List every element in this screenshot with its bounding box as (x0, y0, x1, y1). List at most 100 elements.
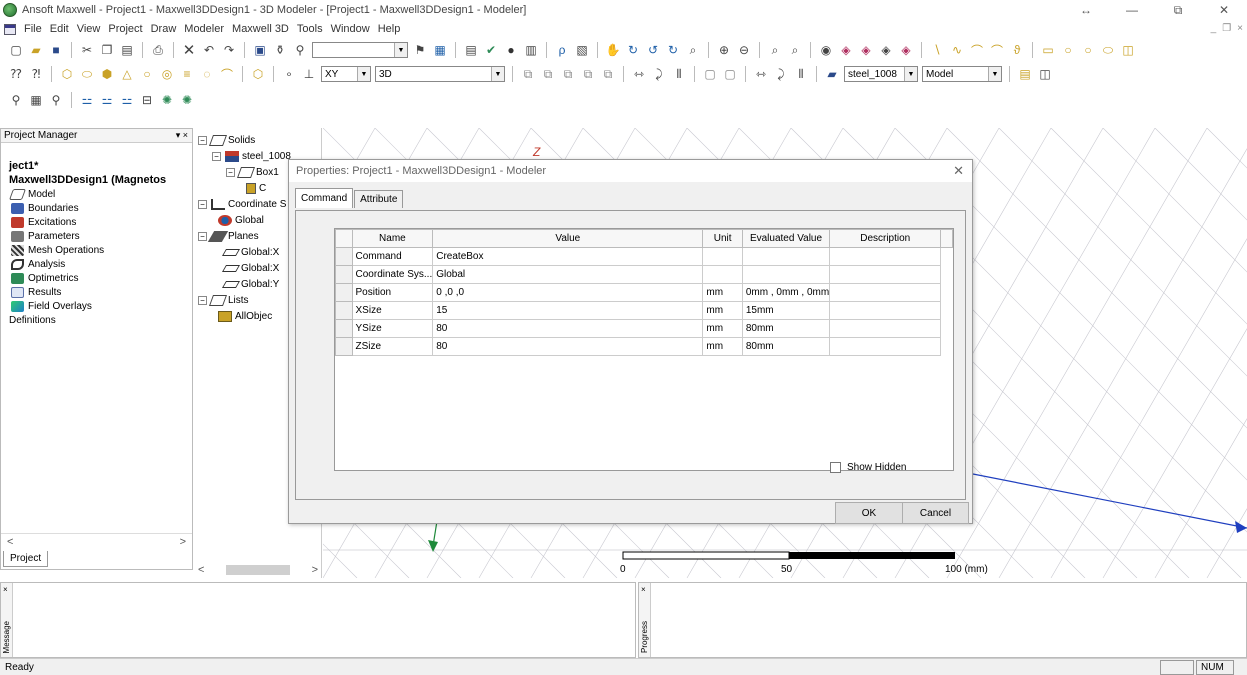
solution-data-icon[interactable]: ▥ (523, 42, 539, 58)
collapse-icon[interactable]: − (212, 151, 221, 161)
scroll-right-icon[interactable]: > (180, 536, 186, 548)
measure-icon[interactable]: ⚲ (8, 92, 24, 108)
tree-item-parameters[interactable]: Parameters (1, 229, 192, 243)
draw-arc2-icon[interactable]: ⌒ (989, 42, 1005, 58)
property-value[interactable]: 80 (432, 337, 704, 356)
select-edge-icon[interactable]: ⚲ (292, 42, 308, 58)
plane-select[interactable]: XY ▼ (321, 66, 371, 82)
tree-item-design[interactable]: Maxwell3DDesign1 (Magnetos (1, 173, 192, 187)
snap-icon[interactable]: ⚲ (48, 92, 64, 108)
close-button[interactable]: ✕ (1201, 0, 1247, 20)
render-wire-icon[interactable]: ◈ (898, 42, 914, 58)
row-header[interactable] (335, 301, 353, 320)
zoom-in-icon[interactable]: ⊕ (716, 42, 732, 58)
property-description[interactable] (829, 319, 942, 338)
cut-icon[interactable]: ✂ (79, 42, 95, 58)
menu-modeler[interactable]: Modeler (180, 23, 228, 35)
pan-icon[interactable]: ✋ (605, 42, 621, 58)
material-select[interactable]: steel_1008 ▼ (844, 66, 918, 82)
table-row[interactable]: ZSize 80 mm 80mm (335, 337, 953, 356)
collapse-icon[interactable]: − (198, 135, 207, 145)
row-header[interactable] (335, 337, 353, 356)
context-help-icon[interactable]: ⁈ (28, 66, 44, 82)
close-icon[interactable]: × (641, 585, 646, 594)
collapse-icon[interactable]: − (198, 231, 207, 241)
draw-cylinder-icon[interactable]: ⬭ (79, 66, 95, 82)
draw-spiral-icon[interactable]: ◌ (199, 66, 215, 82)
message-manager-pane[interactable]: × Message (0, 582, 636, 658)
draw-circle-icon[interactable]: ○ (1060, 42, 1076, 58)
select-face-icon[interactable]: ⚱ (272, 42, 288, 58)
sweep-icon[interactable]: ▢ (702, 66, 718, 82)
duplicate-around-axis-icon[interactable]: ⤸ (773, 66, 789, 82)
menu-tools[interactable]: Tools (293, 23, 327, 35)
solve-icon[interactable]: ● (503, 42, 519, 58)
draw-torus-icon[interactable]: ◎ (159, 66, 175, 82)
scroll-left-icon[interactable]: < (198, 564, 204, 576)
tree-item-optimetrics[interactable]: Optimetrics (1, 271, 192, 285)
project-manager-scrollbar[interactable]: < > (1, 533, 192, 549)
table-row[interactable]: Coordinate Sys... Global (335, 265, 953, 284)
property-unit[interactable]: mm (702, 283, 743, 302)
move-icon[interactable]: ⇿ (631, 66, 647, 82)
unite-icon[interactable]: ⧉ (520, 66, 536, 82)
draw-line-icon[interactable]: ∖ (929, 42, 945, 58)
ok-button[interactable]: OK (835, 502, 903, 524)
tree-item-definitions[interactable]: Definitions (1, 313, 192, 327)
assign-excitation-icon[interactable]: ⚍ (99, 92, 115, 108)
close-icon[interactable]: × (3, 585, 8, 594)
row-header[interactable] (335, 247, 353, 266)
panel-controls[interactable]: ▾ × (176, 130, 188, 141)
document-icon[interactable] (4, 23, 16, 35)
mdi-restore-button[interactable]: ❐ (1222, 23, 1231, 34)
intersect-icon[interactable]: ⧉ (560, 66, 576, 82)
split-icon[interactable]: ⧉ (580, 66, 596, 82)
tree-item-mesh-operations[interactable]: Mesh Operations (1, 243, 192, 257)
validate-icon[interactable]: ▦ (432, 42, 448, 58)
collapse-icon[interactable]: − (198, 199, 207, 209)
zoom-out-icon[interactable]: ⊖ (736, 42, 752, 58)
table-row[interactable]: Command CreateBox (335, 247, 953, 266)
mirror-icon[interactable]: ⫴ (671, 66, 687, 82)
property-description[interactable] (829, 247, 942, 266)
menu-draw[interactable]: Draw (147, 23, 181, 35)
open-folder-icon[interactable]: ▰ (28, 42, 44, 58)
rotate-icon[interactable]: ↻ (625, 42, 641, 58)
table-row[interactable]: XSize 15 mm 15mm (335, 301, 953, 320)
fields-plot-icon[interactable]: ✺ (159, 92, 175, 108)
table-row[interactable]: Position 0 ,0 ,0 mm 0mm , 0mm , 0mm (335, 283, 953, 302)
draw-tool-icon[interactable]: ρ (554, 42, 570, 58)
property-unit[interactable]: mm (702, 319, 743, 338)
model-tree-scrollbar[interactable]: < > (198, 562, 318, 578)
property-value[interactable]: 0 ,0 ,0 (432, 283, 704, 302)
property-description[interactable] (829, 301, 942, 320)
property-value[interactable]: Global (432, 265, 704, 284)
fit-selection-icon[interactable]: ⌕ (787, 42, 803, 58)
menu-window[interactable]: Window (327, 23, 374, 35)
tree-item-model[interactable]: Model (1, 187, 192, 201)
menu-help[interactable]: Help (374, 23, 405, 35)
view-orient-icon[interactable]: ◉ (818, 42, 834, 58)
zoom-icon[interactable]: ⌕ (685, 42, 701, 58)
progress-pane[interactable]: × Progress (638, 582, 1247, 658)
assign-parameter-icon[interactable]: ⊟ (139, 92, 155, 108)
scrollbar-thumb[interactable] (226, 565, 290, 575)
minimize-button[interactable]: — (1109, 0, 1155, 20)
help-icon[interactable]: ⁇ (8, 66, 24, 82)
assign-mesh-icon[interactable]: ⚍ (119, 92, 135, 108)
paste-icon[interactable]: ▤ (119, 42, 135, 58)
tree-item-project[interactable]: ject1* (1, 159, 192, 173)
analyze-icon[interactable]: ✔ (483, 42, 499, 58)
cover-faces-icon[interactable]: ◫ (1037, 66, 1053, 82)
property-unit[interactable]: mm (702, 337, 743, 356)
selection-combo[interactable]: ▼ (312, 42, 408, 58)
menu-project[interactable]: Project (104, 23, 146, 35)
draw-helix-icon[interactable]: ≡ (179, 66, 195, 82)
print-icon[interactable]: ⎙ (150, 42, 166, 58)
subtract-icon[interactable]: ⧉ (540, 66, 556, 82)
mdi-close-button[interactable]: × (1237, 23, 1243, 34)
rotate-local-icon[interactable]: ↺ (645, 42, 661, 58)
menu-maxwell-3d[interactable]: Maxwell 3D (228, 23, 293, 35)
tab-attribute[interactable]: Attribute (354, 190, 404, 208)
property-unit[interactable] (702, 265, 743, 284)
